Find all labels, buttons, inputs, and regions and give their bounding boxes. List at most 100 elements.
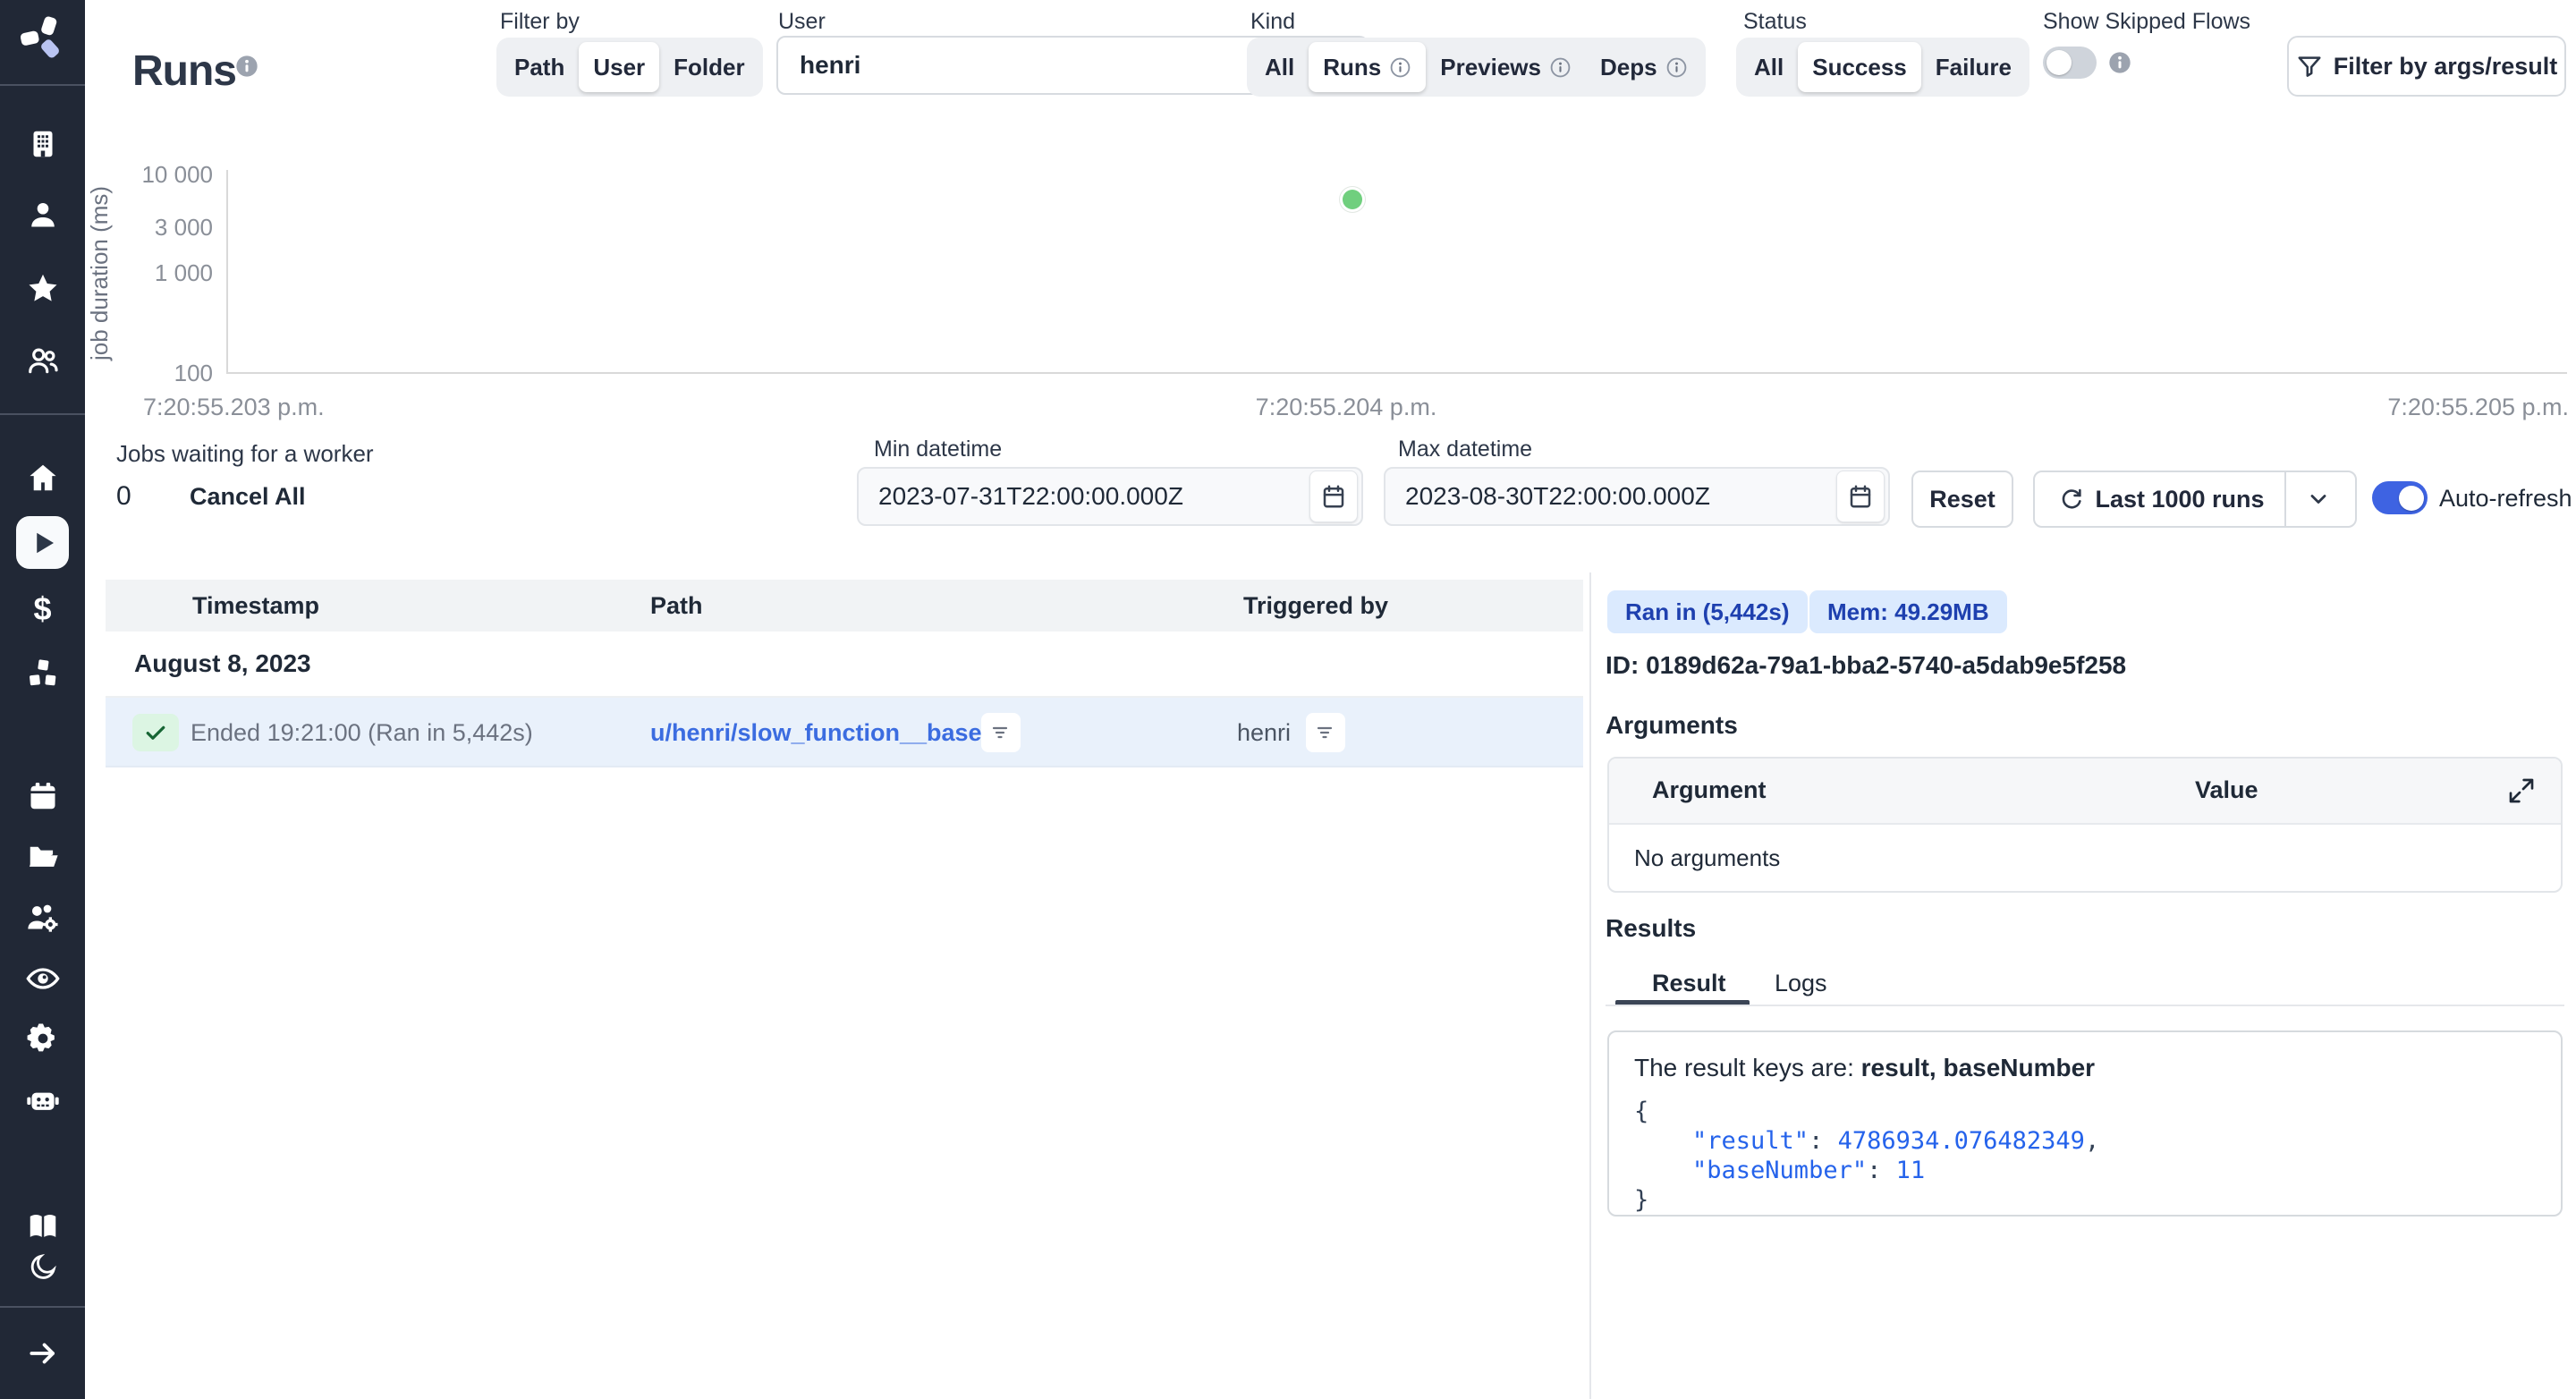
jobs-waiting-count: 0	[116, 481, 131, 512]
sidebar-item-folders[interactable]	[0, 839, 85, 873]
runs-count-dropdown[interactable]	[2286, 472, 2351, 526]
min-datetime-input[interactable]	[857, 467, 1363, 526]
kind-all[interactable]: All	[1250, 42, 1309, 92]
filter-by-user-button[interactable]	[1306, 713, 1345, 752]
sidebar-item-runs[interactable]	[16, 516, 69, 569]
kind-deps[interactable]: Deps	[1586, 42, 1702, 92]
play-icon	[27, 527, 59, 559]
kind-runs[interactable]: Runs	[1309, 42, 1426, 92]
sidebar: $	[0, 0, 85, 1399]
sidebar-item-docs[interactable]	[0, 1209, 85, 1243]
sidebar-divider	[0, 1306, 85, 1308]
user-icon	[27, 199, 59, 231]
filter-by-label: Filter by	[500, 9, 580, 35]
filter-by-path[interactable]: Path	[500, 42, 579, 92]
max-datetime-label: Max datetime	[1398, 437, 1532, 462]
min-datetime-label: Min datetime	[874, 437, 1002, 462]
sidebar-expand-button[interactable]	[0, 1336, 85, 1370]
status-success[interactable]: Success	[1798, 42, 1921, 92]
sidebar-item-workspace[interactable]	[0, 128, 85, 160]
status-failure[interactable]: Failure	[1921, 42, 2026, 92]
info-icon	[1549, 56, 1572, 79]
chart-run-point[interactable]	[1343, 190, 1362, 209]
date-group-row: August 8, 2023	[106, 632, 1583, 698]
run-path-link[interactable]: u/henri/slow_function__base_11	[650, 719, 1021, 747]
status-all[interactable]: All	[1740, 42, 1798, 92]
no-arguments-text: No arguments	[1634, 844, 1780, 872]
y-tick: 1 000	[132, 259, 213, 287]
arguments-table-body: No arguments	[1609, 825, 2561, 891]
filter-by-args-button[interactable]: Filter by args/result	[2287, 36, 2566, 97]
sidebar-item-settings[interactable]	[0, 1022, 85, 1056]
sidebar-item-resources[interactable]	[0, 657, 85, 691]
windmill-logo[interactable]	[0, 13, 85, 63]
sidebar-item-favorites[interactable]	[0, 272, 85, 306]
runs-info-icon[interactable]	[234, 54, 259, 83]
x-tick: 7:20:55.203 p.m.	[143, 394, 325, 421]
sidebar-divider	[0, 413, 85, 415]
arguments-table: Argument Value No arguments	[1607, 757, 2563, 893]
star-icon	[26, 272, 60, 306]
arguments-table-header: Argument Value	[1609, 759, 2561, 825]
max-datetime-field	[1384, 467, 1890, 526]
auto-refresh-label: Auto-refresh	[2439, 485, 2572, 513]
tab-logs[interactable]: Logs	[1775, 970, 1827, 997]
run-row[interactable]: Ended 19:21:00 (Ran in 5,442s) u/henri/s…	[106, 698, 1583, 767]
filter-lines-icon	[990, 722, 1012, 743]
result-box: The result keys are: result, baseNumber …	[1607, 1030, 2563, 1217]
check-icon	[142, 719, 169, 746]
refresh-split-button: Last 1000 runs	[2033, 471, 2357, 528]
cancel-all-button[interactable]: Cancel All	[190, 483, 306, 511]
column-path: Path	[650, 592, 703, 620]
sidebar-item-user[interactable]	[0, 199, 85, 231]
max-datetime-calendar-button[interactable]	[1836, 471, 1885, 522]
tab-result[interactable]: Result	[1652, 970, 1726, 997]
status-toggle-group: All Success Failure	[1736, 38, 2029, 97]
filter-by-toggle-group: Path User Folder	[496, 38, 763, 97]
sidebar-divider	[0, 84, 85, 86]
tab-baseline	[1606, 1005, 2564, 1006]
show-skipped-flows-toggle[interactable]	[2043, 47, 2097, 79]
expand-icon	[2507, 776, 2536, 805]
status-label: Status	[1743, 9, 1807, 35]
y-tick: 3 000	[132, 214, 213, 242]
min-datetime-calendar-button[interactable]	[1309, 471, 1358, 522]
sidebar-item-workers-ai[interactable]	[0, 1082, 85, 1118]
calendar-icon	[27, 780, 59, 812]
argument-column: Argument	[1652, 776, 1767, 804]
sidebar-item-home[interactable]	[0, 461, 85, 495]
max-datetime-input[interactable]	[1384, 467, 1890, 526]
panel-divider	[1589, 572, 1591, 1399]
filter-by-user[interactable]: User	[579, 42, 659, 92]
eye-icon	[25, 961, 61, 996]
expand-arguments-button[interactable]	[2507, 776, 2536, 810]
result-keys: result, baseNumber	[1861, 1054, 2095, 1081]
sidebar-item-workers[interactable]	[0, 900, 85, 936]
auto-refresh-toggle[interactable]	[2372, 481, 2428, 514]
chart-x-axis	[226, 372, 2567, 374]
last-runs-button[interactable]: Last 1000 runs	[2039, 472, 2284, 526]
sidebar-item-users[interactable]	[0, 343, 85, 377]
reset-button[interactable]: Reset	[1911, 471, 2013, 528]
folder-open-icon	[26, 839, 60, 873]
sidebar-item-variables[interactable]: $	[0, 590, 85, 628]
cubes-icon	[26, 657, 60, 691]
run-id: ID: 0189d62a-79a1-bba2-5740-a5dab9e5f258	[1606, 651, 2126, 680]
funnel-icon	[2296, 53, 2323, 80]
kind-previews[interactable]: Previews	[1426, 42, 1586, 92]
user-field-label: User	[778, 9, 826, 35]
toggle-knob	[2399, 486, 2424, 511]
sidebar-item-schedules[interactable]	[0, 780, 85, 812]
filter-by-folder[interactable]: Folder	[659, 42, 758, 92]
filter-by-path-button[interactable]	[981, 713, 1021, 752]
user-group-gear-icon	[25, 900, 61, 936]
x-tick: 7:20:55.205 p.m.	[2387, 394, 2569, 421]
run-timestamp: Ended 19:21:00 (Ran in 5,442s)	[191, 719, 533, 747]
sidebar-item-dark-mode[interactable]	[0, 1252, 85, 1283]
robot-icon	[25, 1082, 61, 1118]
skipped-info-icon[interactable]	[2107, 50, 2132, 80]
refresh-icon	[2059, 487, 2084, 512]
value-column: Value	[2195, 776, 2258, 804]
show-skipped-flows-label: Show Skipped Flows	[2043, 9, 2250, 35]
sidebar-item-audit-logs[interactable]	[0, 961, 85, 996]
